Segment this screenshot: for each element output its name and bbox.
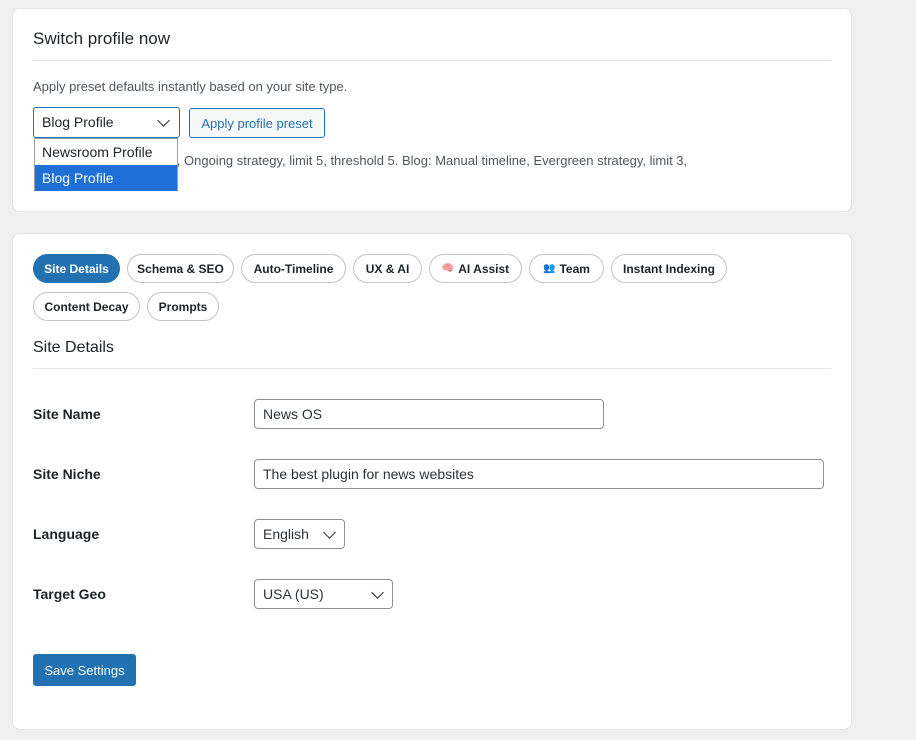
tab-label: AI Assist bbox=[458, 261, 510, 276]
apply-profile-preset-button[interactable]: Apply profile preset bbox=[189, 108, 325, 138]
target-geo-select-value: USA (US) bbox=[263, 586, 324, 602]
tab-label: Prompts bbox=[158, 299, 208, 314]
target-geo-select[interactable]: USA (US) bbox=[254, 579, 393, 609]
language-select-value: English bbox=[263, 526, 309, 542]
site-niche-label: Site Niche bbox=[33, 466, 101, 482]
switch-profile-title: Switch profile now bbox=[33, 29, 171, 48]
divider bbox=[33, 368, 831, 369]
tab-auto-timeline[interactable]: Auto-Timeline bbox=[241, 254, 346, 283]
divider bbox=[33, 60, 831, 61]
tab-site-details[interactable]: Site Details bbox=[33, 254, 120, 283]
tab-instant-indexing[interactable]: Instant Indexing bbox=[611, 254, 727, 283]
chevron-down-icon bbox=[157, 114, 170, 127]
tab-label: Team bbox=[559, 261, 590, 276]
save-settings-button[interactable]: Save Settings bbox=[33, 654, 136, 686]
tab-ux-ai[interactable]: UX & AI bbox=[353, 254, 422, 283]
profile-dropdown-list: Newsroom Profile Blog Profile bbox=[34, 138, 178, 191]
tab-team[interactable]: 👥 Team bbox=[529, 254, 604, 283]
chevron-down-icon bbox=[323, 526, 336, 539]
tab-ai-assist[interactable]: 🧠 AI Assist bbox=[429, 254, 522, 283]
language-select[interactable]: English bbox=[254, 519, 345, 549]
tab-label: Instant Indexing bbox=[622, 261, 715, 276]
dropdown-option-newsroom-profile[interactable]: Newsroom Profile bbox=[35, 139, 177, 165]
switch-profile-description: Apply preset defaults instantly based on… bbox=[33, 79, 348, 94]
tab-label: Auto-Timeline bbox=[253, 261, 334, 276]
tab-schema-seo[interactable]: Schema & SEO bbox=[127, 254, 234, 283]
brain-icon: 🧠 bbox=[441, 263, 455, 274]
site-name-input[interactable]: News OS bbox=[254, 399, 604, 429]
site-niche-input[interactable]: The best plugin for news websites bbox=[254, 459, 824, 489]
profile-select-value: Blog Profile bbox=[42, 114, 114, 130]
tab-prompts[interactable]: Prompts bbox=[147, 292, 219, 321]
people-icon: 👥 bbox=[543, 263, 556, 274]
site-details-title: Site Details bbox=[33, 339, 114, 356]
tab-label: Schema & SEO bbox=[137, 261, 224, 276]
language-label: Language bbox=[33, 526, 100, 542]
settings-card: Site Details Schema & SEO Auto-Timeline … bbox=[12, 233, 852, 730]
dropdown-option-blog-profile[interactable]: Blog Profile bbox=[35, 165, 177, 191]
tab-label: UX & AI bbox=[365, 261, 410, 276]
target-geo-label: Target Geo bbox=[33, 586, 106, 602]
profile-select[interactable]: Blog Profile bbox=[33, 107, 180, 138]
chevron-down-icon bbox=[371, 586, 384, 599]
tab-content-decay[interactable]: Content Decay bbox=[33, 292, 140, 321]
tab-label: Site Details bbox=[44, 261, 109, 276]
site-name-label: Site Name bbox=[33, 406, 101, 422]
tab-label: Content Decay bbox=[44, 299, 129, 314]
